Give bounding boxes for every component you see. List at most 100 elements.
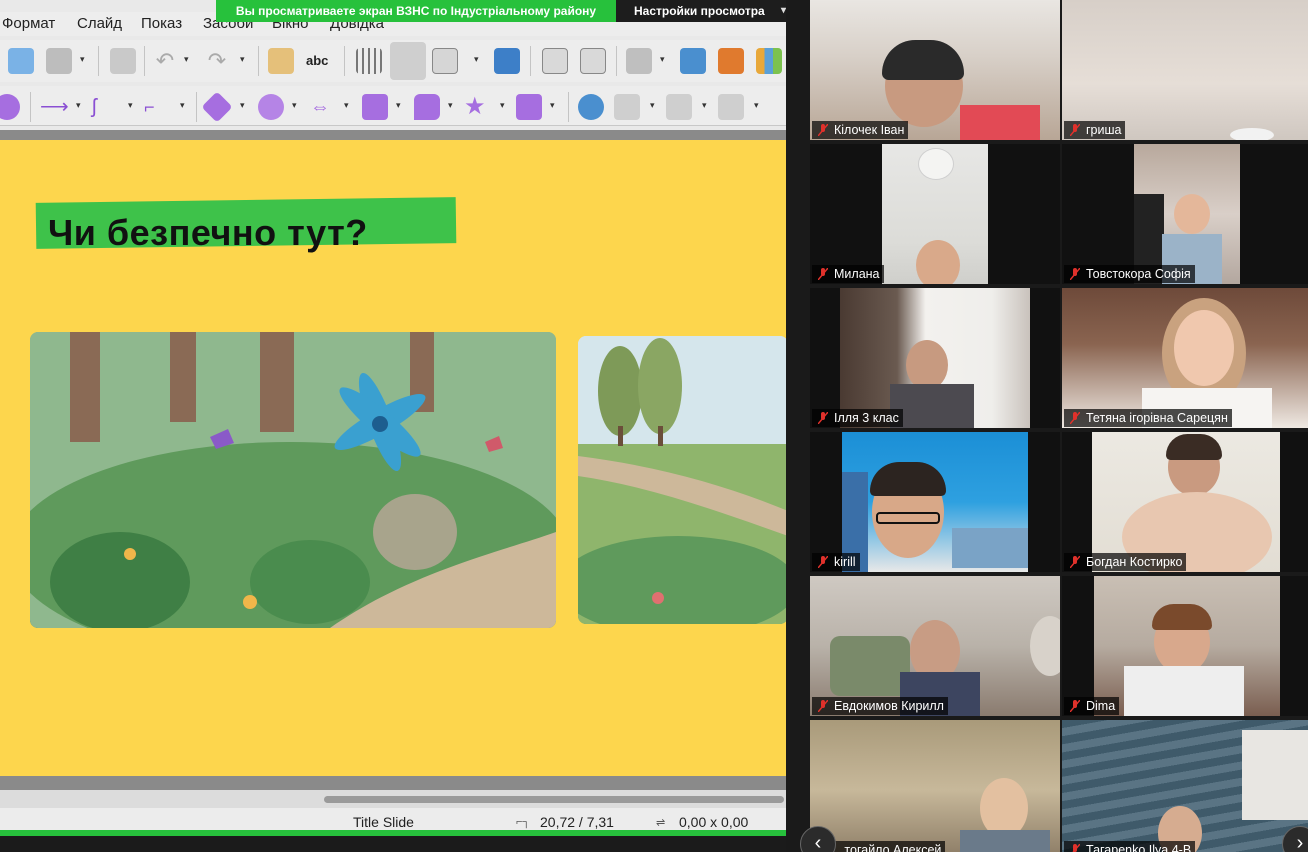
participant-tile[interactable]: Тагарenko Ilya 4-В	[1062, 720, 1308, 852]
participant-name: kirill	[834, 555, 856, 569]
toolbar-separator	[530, 46, 531, 76]
symbol-shapes-icon[interactable]	[258, 94, 284, 120]
menu-format[interactable]: Формат	[2, 15, 55, 32]
basic-shapes-dropdown-icon[interactable]: ▾	[240, 100, 245, 111]
participant-tile[interactable]: Милана	[810, 144, 1060, 284]
3d-objects-dropdown-icon[interactable]: ▾	[550, 100, 555, 111]
menu-show[interactable]: Показ	[141, 15, 182, 32]
person-silhouette	[916, 240, 960, 284]
paste-dropdown-icon[interactable]: ▾	[80, 54, 85, 65]
participant-name-tag: kirill	[812, 553, 860, 571]
insert-chart-icon[interactable]	[756, 48, 782, 74]
participant-name: Тетяна ігорівна Сарецян	[1086, 411, 1228, 425]
paste-icon[interactable]	[46, 48, 72, 74]
mic-muted-icon	[818, 700, 828, 712]
view-settings-label: Настройки просмотра	[634, 4, 765, 18]
stars-dropdown-icon[interactable]: ▾	[500, 100, 505, 111]
slide-canvas[interactable]: Чи безпечно тут?	[0, 140, 786, 776]
mic-muted-icon	[1070, 412, 1080, 424]
arrange-dropdown-icon[interactable]: ▾	[702, 100, 707, 111]
snap-to-grid-icon[interactable]	[390, 42, 426, 80]
toolbar-separator	[568, 92, 569, 122]
stars-icon[interactable]: ★	[464, 94, 490, 120]
3d-objects-icon[interactable]	[516, 94, 542, 120]
clone-formatting-icon[interactable]	[110, 48, 136, 74]
participant-tile[interactable]: Евдокимов Кирилл	[810, 576, 1060, 716]
toolbar-separator	[98, 46, 99, 76]
align-dropdown-icon[interactable]: ▾	[650, 100, 655, 111]
undo-dropdown-icon[interactable]: ▾	[184, 54, 189, 65]
insert-media-icon[interactable]	[718, 48, 744, 74]
grid-icon[interactable]	[356, 48, 382, 74]
undo-icon[interactable]: ↶	[152, 48, 178, 74]
redo-dropdown-icon[interactable]: ▾	[240, 54, 245, 65]
mic-muted-icon	[818, 124, 828, 136]
flowchart-icon[interactable]	[362, 94, 388, 120]
callouts-dropdown-icon[interactable]: ▾	[448, 100, 453, 111]
curve-icon[interactable]: ʃ	[92, 94, 118, 120]
spellcheck-icon[interactable]: abc	[306, 48, 332, 74]
start-from-first-slide-icon[interactable]	[542, 48, 568, 74]
insert-table-icon[interactable]	[626, 48, 652, 74]
arrange-icon[interactable]	[666, 94, 692, 120]
person-silhouette	[1174, 310, 1234, 386]
display-views-dropdown-icon[interactable]: ▾	[474, 54, 479, 65]
basic-shapes-icon[interactable]	[201, 91, 233, 123]
ellipse-icon[interactable]	[0, 94, 20, 120]
display-views-icon[interactable]	[432, 48, 458, 74]
symbol-shapes-dropdown-icon[interactable]: ▾	[292, 100, 297, 111]
distribute-dropdown-icon[interactable]: ▾	[754, 100, 759, 111]
callouts-icon[interactable]	[414, 94, 440, 120]
poster-silhouette	[952, 528, 1028, 568]
lines-dropdown-icon[interactable]: ▾	[76, 100, 81, 111]
person-silhouette	[906, 340, 948, 390]
flowchart-dropdown-icon[interactable]: ▾	[396, 100, 401, 111]
participant-tile[interactable]: Тетяна ігорівна Сарецян	[1062, 288, 1308, 428]
connector-icon[interactable]: ⌐	[144, 94, 170, 120]
insert-image-icon[interactable]	[680, 48, 706, 74]
person-silhouette	[1030, 616, 1060, 676]
insert-table-dropdown-icon[interactable]: ▾	[660, 54, 665, 65]
connectors-dropdown-icon[interactable]: ▾	[180, 100, 185, 111]
meadow-illustration[interactable]	[30, 332, 556, 628]
path-illustration[interactable]	[578, 336, 786, 624]
rotate-icon[interactable]	[578, 94, 604, 120]
view-settings-button[interactable]: Настройки просмотра ▾	[616, 0, 786, 22]
participant-name-tag: Кілочек Іван	[812, 121, 909, 139]
participant-name: Милана	[834, 267, 880, 281]
video-feed	[842, 432, 1028, 572]
copy-icon[interactable]	[8, 48, 34, 74]
participant-tile[interactable]: Кілочек Іван	[810, 0, 1060, 140]
curves-dropdown-icon[interactable]: ▾	[128, 100, 133, 111]
distribute-icon[interactable]	[718, 94, 744, 120]
participant-tile[interactable]: Dima	[1062, 576, 1308, 716]
participant-gallery: Кілочек Іван гриша Милана Товстокора Соф…	[786, 0, 1308, 852]
participant-name: Богдан Костирко	[1086, 555, 1183, 569]
menu-slide[interactable]: Слайд	[77, 15, 122, 32]
hair-silhouette	[1152, 604, 1212, 630]
align-objects-icon[interactable]	[614, 94, 640, 120]
video-feed	[810, 720, 1060, 852]
redo-icon[interactable]: ↷	[204, 48, 230, 74]
participant-tile[interactable]: ...тогайло Алексей	[810, 720, 1060, 852]
chevron-right-icon: ›	[1296, 832, 1304, 852]
find-replace-icon[interactable]	[268, 48, 294, 74]
slide-title[interactable]: Чи безпечно тут?	[48, 212, 368, 254]
participant-tile[interactable]: Товстокора Софія	[1062, 144, 1308, 284]
start-from-current-slide-icon[interactable]	[580, 48, 606, 74]
participant-tile[interactable]: Богдан Костирко	[1062, 432, 1308, 572]
master-slide-icon[interactable]	[494, 48, 520, 74]
participant-tile[interactable]: kirill	[810, 432, 1060, 572]
video-feed	[1062, 288, 1308, 428]
video-feed	[1134, 144, 1240, 284]
block-arrows-icon[interactable]: ⇔	[310, 94, 336, 120]
line-arrow-icon[interactable]: ⟶	[40, 94, 69, 120]
scrollbar-thumb[interactable]	[324, 796, 784, 803]
participant-tile[interactable]: Ілля 3 клас	[810, 288, 1060, 428]
participant-tile[interactable]: гриша	[1062, 0, 1308, 140]
participant-name-tag: Dima	[1064, 697, 1120, 715]
block-arrows-dropdown-icon[interactable]: ▾	[344, 100, 349, 111]
horizontal-scrollbar[interactable]	[0, 790, 786, 808]
toolbar-separator	[616, 46, 617, 76]
mic-muted-icon	[1070, 700, 1080, 712]
